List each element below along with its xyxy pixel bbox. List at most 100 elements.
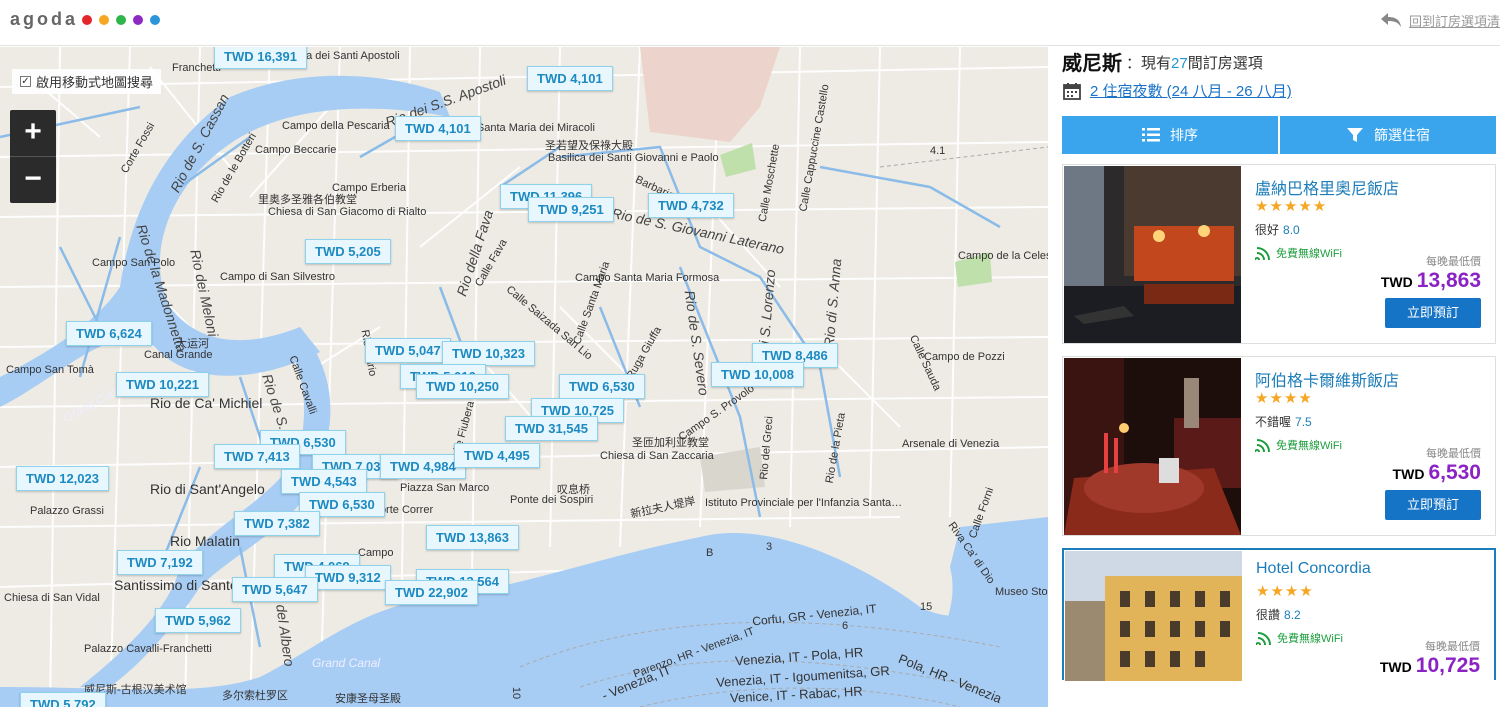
currency: TWD: [1392, 466, 1425, 482]
wifi-badge: 免費無線WiFi: [1255, 245, 1342, 261]
price-pin[interactable]: TWD 13,863: [426, 525, 519, 550]
price-pin[interactable]: TWD 7,382: [234, 511, 320, 536]
back-arrow-icon: [1380, 13, 1401, 27]
wifi-label: 免費無線WiFi: [1277, 633, 1343, 645]
map-place-label: 4.1: [930, 145, 946, 157]
wifi-label: 免費無線WiFi: [1276, 248, 1342, 260]
price-value: 13,863: [1416, 269, 1481, 292]
hotel-card-selected[interactable]: Hotel Concordia ★★★★ 很讚 8.2 免費無線WiFi 每晚最低…: [1062, 548, 1496, 681]
map-place-label: Museo Storico Navale di Venezia: [995, 586, 1048, 598]
hotel-card[interactable]: 盧納巴格里奧尼飯店 ★★★★★ 很好 8.0 免費無線WiFi 每晚最低價 TWD…: [1062, 164, 1496, 344]
map-place-label: Chiesa di San Giacomo di Rialto: [268, 206, 427, 218]
result-count-prefix: ：現有: [1126, 55, 1172, 72]
map-place-label: 里奥多圣雅各伯教堂: [258, 194, 357, 206]
map-place-label: Chiesa di San Vidal: [4, 592, 100, 604]
review-text: 很讚: [1256, 608, 1281, 622]
sort-filter-bar: 排序 篩選住宿: [1062, 116, 1496, 154]
review-score: 很好 8.0: [1255, 221, 1300, 238]
price-pin[interactable]: TWD 4,101: [527, 66, 613, 91]
price-pin[interactable]: TWD 22,902: [385, 580, 478, 605]
price-pin[interactable]: TWD 4,732: [648, 193, 734, 218]
map-place-label: Palazzo Grassi: [30, 505, 104, 517]
price-pin[interactable]: TWD 6,530: [559, 374, 645, 399]
hotel-photo[interactable]: [1064, 358, 1241, 535]
price-pin[interactable]: TWD 5,792: [20, 692, 106, 707]
price-pin[interactable]: TWD 10,250: [416, 374, 509, 399]
price-pin[interactable]: TWD 5,647: [232, 577, 318, 602]
price-pin[interactable]: TWD 10,323: [442, 341, 535, 366]
map-place-label: 圣匝加利亚教堂: [632, 437, 709, 449]
hotel-photo[interactable]: [1065, 551, 1242, 681]
hotel-photo-image: [1065, 551, 1242, 681]
sort-button[interactable]: 排序: [1062, 116, 1278, 154]
map-place-label: Arsenale di Venezia: [902, 438, 1000, 450]
hotel-name[interactable]: 阿伯格卡爾維斯飯店: [1255, 367, 1399, 391]
hotel-name[interactable]: Hotel Concordia: [1256, 560, 1371, 578]
wifi-icon: [1256, 632, 1271, 645]
results-panel: 威尼斯 ：現有27間訂房選項 2 住宿夜數 (24 八月 - 26 八月) 排序…: [1062, 47, 1500, 707]
stay-dates[interactable]: 2 住宿夜數 (24 八月 - 26 八月): [1062, 80, 1292, 101]
price-pin[interactable]: TWD 9,312: [305, 565, 391, 590]
map-place-label: 10: [510, 686, 523, 700]
map-place-label: 6: [842, 620, 849, 632]
filter-label: 篩選住宿: [1374, 127, 1430, 143]
map-place-label: Campo: [358, 547, 394, 559]
list-icon: [1142, 128, 1160, 142]
price-pin[interactable]: TWD 4,984: [380, 454, 466, 479]
checkbox-checked-icon[interactable]: ✓: [20, 76, 31, 87]
hotel-photo-image: [1064, 358, 1241, 535]
price-pin[interactable]: TWD 10,008: [711, 362, 804, 387]
wifi-badge: 免費無線WiFi: [1256, 630, 1343, 646]
book-now-button[interactable]: 立即預訂: [1385, 298, 1481, 328]
logo-dot: [116, 15, 126, 25]
review-text: 很好: [1255, 223, 1280, 237]
map-place-label: Grand Canal: [312, 656, 381, 670]
zoom-controls: + −: [10, 110, 56, 203]
back-to-list-link[interactable]: 回到訂房選項清: [1379, 10, 1500, 30]
price-pin[interactable]: TWD 7,192: [117, 550, 203, 575]
hotel-card[interactable]: 阿伯格卡爾維斯飯店 ★★★★ 不錯喔 7.5 免費無線WiFi 每晚最低價 TWD…: [1062, 356, 1496, 536]
map-place-label: Piazza San Marco: [400, 482, 490, 494]
map-place-label: Campo de la Celestia: [958, 250, 1048, 262]
filter-funnel-icon: [1347, 128, 1363, 142]
currency: TWD: [1379, 659, 1412, 675]
price: TWD 10,725: [1380, 654, 1480, 678]
price-pin[interactable]: TWD 5,205: [305, 239, 391, 264]
zoom-out-button[interactable]: −: [10, 156, 56, 202]
price-pin[interactable]: TWD 5,962: [155, 608, 241, 633]
price-pin[interactable]: TWD 4,543: [281, 469, 367, 494]
calendar-icon: [1063, 82, 1081, 100]
price-pin[interactable]: TWD 6,624: [66, 321, 152, 346]
hotel-name[interactable]: 盧納巴格里奧尼飯店: [1255, 175, 1399, 199]
logo-dot: [99, 15, 109, 25]
review-score: 很讚 8.2: [1256, 606, 1301, 623]
stay-dates-link[interactable]: 2 住宿夜數 (24 八月 - 26 八月): [1090, 80, 1292, 101]
map-place-label: 安康圣母圣殿: [335, 693, 401, 705]
map-place-label: Campo San Tomà: [6, 364, 94, 376]
price-pin[interactable]: TWD 9,251: [528, 197, 614, 222]
back-to-list-label: 回到訂房選項清: [1408, 13, 1500, 29]
price-pin[interactable]: TWD 4,495: [454, 443, 540, 468]
price-pin[interactable]: TWD 7,413: [214, 444, 300, 469]
map-place-label: 圣若望及保祿大殿: [545, 140, 633, 152]
price-pin[interactable]: TWD 16,391: [214, 47, 307, 69]
zoom-in-button[interactable]: +: [10, 110, 56, 156]
map-move-search-toggle[interactable]: ✓ 啟用移動式地圖搜尋: [12, 69, 162, 94]
map-place-label: Istituto Provinciale per l'Infanzia Sant…: [705, 497, 903, 509]
price-pin[interactable]: TWD 4,101: [395, 116, 481, 141]
book-now-button[interactable]: 立即預訂: [1385, 490, 1481, 520]
price-pin[interactable]: TWD 31,545: [505, 416, 598, 441]
map-view[interactable]: ✓ 啟用移動式地圖搜尋 + − Franchetti Chiesa dei Sa…: [0, 47, 1048, 707]
map-place-label: Basilica dei Santi Giovanni e Paolo: [548, 152, 719, 164]
logo-dot: [82, 15, 92, 25]
price-pin[interactable]: TWD 10,221: [116, 372, 209, 397]
agoda-logo[interactable]: agoda: [10, 9, 78, 30]
result-count-suffix: 間訂房選項: [1187, 55, 1263, 72]
result-count-number: 27: [1171, 55, 1188, 72]
price-pin[interactable]: TWD 12,023: [16, 466, 109, 491]
price-pin[interactable]: TWD 5,047: [365, 338, 451, 363]
map-place-label: Rio di Sant'Angelo: [150, 481, 265, 497]
map-place-label: Campo di San Silvestro: [220, 271, 335, 283]
filter-button[interactable]: 篩選住宿: [1280, 116, 1496, 154]
hotel-photo[interactable]: [1064, 166, 1241, 343]
